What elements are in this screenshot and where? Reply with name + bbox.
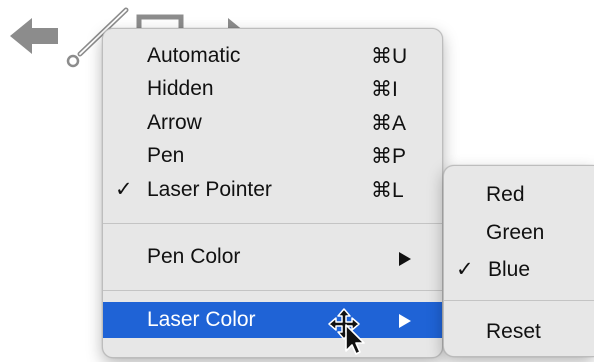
menu-item-hidden[interactable]: Hidden ⌘I (103, 73, 442, 106)
menu-item-label: Laser Color (147, 308, 256, 331)
menu-separator (444, 300, 594, 301)
menu-item-pen[interactable]: Pen ⌘P (103, 140, 442, 173)
shortcut-label: ⌘L (371, 179, 404, 202)
menu-item-automatic[interactable]: Automatic ⌘U (103, 40, 442, 73)
menu-item-label: Pen Color (147, 245, 241, 268)
menu-separator (103, 223, 442, 224)
menu-separator (103, 290, 442, 291)
submenu-item-label: Reset (486, 320, 541, 343)
move-cursor-icon (326, 307, 370, 357)
shortcut-label: ⌘A (371, 112, 407, 135)
menu-item-label: Hidden (147, 77, 214, 100)
menu-item-pen-color[interactable]: Pen Color (103, 241, 442, 274)
menu-item-label: Arrow (147, 111, 202, 134)
submenu-item-green[interactable]: Green (444, 217, 594, 250)
submenu-item-reset[interactable]: Reset (444, 316, 594, 349)
submenu-arrow-icon (399, 252, 411, 266)
menu-item-label: Laser Pointer (147, 178, 272, 201)
checkmark-icon: ✓ (115, 177, 133, 201)
menu-item-arrow[interactable]: Arrow ⌘A (103, 107, 442, 140)
laser-color-submenu: Red Green ✓ Blue Reset (443, 165, 594, 357)
shortcut-label: ⌘U (371, 45, 408, 68)
submenu-item-label: Green (486, 221, 545, 244)
context-menu: Automatic ⌘U Hidden ⌘I Arrow ⌘A Pen ⌘P ✓… (102, 28, 443, 358)
submenu-arrow-icon (399, 314, 411, 328)
menu-item-label: Automatic (147, 44, 241, 67)
menu-item-laser-color[interactable]: Laser Color (103, 302, 442, 338)
back-arrow-icon[interactable] (8, 14, 60, 58)
submenu-item-red[interactable]: Red (444, 179, 594, 212)
menu-item-laser-pointer[interactable]: ✓ Laser Pointer ⌘L (103, 174, 442, 207)
shortcut-label: ⌘I (371, 78, 398, 101)
menu-item-label: Pen (147, 144, 185, 167)
submenu-item-blue[interactable]: ✓ Blue (444, 254, 594, 287)
shortcut-label: ⌘P (371, 145, 407, 168)
submenu-item-label: Red (486, 183, 525, 206)
submenu-item-label: Blue (488, 258, 531, 281)
checkmark-icon: ✓ (456, 257, 474, 281)
